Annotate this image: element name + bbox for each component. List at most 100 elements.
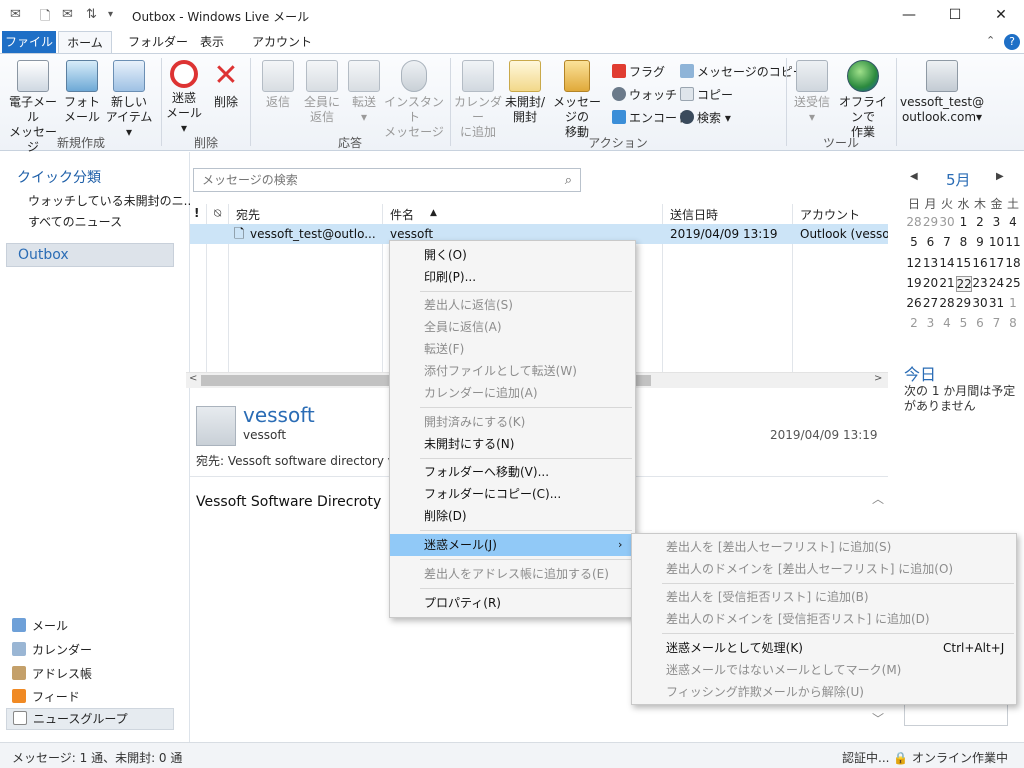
scroll-left-icon[interactable]: < bbox=[189, 373, 197, 384]
find-button[interactable]: 検索 ▾ bbox=[680, 110, 731, 126]
calendar-day[interactable]: 19 bbox=[906, 276, 922, 290]
tab-account[interactable]: アカウント bbox=[242, 31, 322, 53]
copy-button[interactable]: コピー bbox=[680, 87, 733, 103]
tab-file[interactable]: ファイル bbox=[2, 31, 56, 53]
calendar-day[interactable]: 26 bbox=[906, 296, 922, 310]
col-account[interactable]: アカウント bbox=[800, 206, 860, 223]
calendar-day[interactable]: 20 bbox=[923, 276, 939, 290]
nav-mail[interactable]: メール bbox=[12, 617, 68, 634]
instant-message-button[interactable]: インスタント メッセージ bbox=[384, 60, 444, 140]
nav-feeds[interactable]: フィード bbox=[12, 688, 80, 705]
quick-item-watched-unread[interactable]: ウォッチしている未開封のニ... bbox=[28, 192, 195, 209]
folder-outbox[interactable]: Outbox bbox=[6, 243, 174, 267]
account-button[interactable]: vessoft_test@ outlook.com▾ bbox=[900, 60, 984, 125]
calendar-day[interactable]: 28 bbox=[906, 215, 922, 229]
menu-add-to-calendar[interactable]: カレンダーに追加(A) bbox=[390, 382, 635, 404]
calendar-day[interactable]: 1 bbox=[1005, 296, 1021, 310]
menu-properties[interactable]: プロパティ(R) bbox=[390, 592, 635, 614]
calendar-day[interactable]: 13 bbox=[923, 256, 939, 270]
encode-button[interactable]: エンコード bbox=[612, 110, 689, 126]
calendar-day[interactable]: 14 bbox=[939, 256, 955, 270]
calendar-day[interactable]: 25 bbox=[1005, 276, 1021, 290]
menu-reply-all[interactable]: 全員に返信(A) bbox=[390, 316, 635, 338]
new-message-quick-icon[interactable]: 🗋 bbox=[40, 7, 50, 29]
calendar-day[interactable]: 9 bbox=[972, 235, 988, 249]
calendar-day[interactable]: 6 bbox=[923, 235, 939, 249]
tab-home[interactable]: ホーム bbox=[58, 31, 112, 53]
nav-contacts[interactable]: アドレス帳 bbox=[12, 665, 92, 682]
help-icon[interactable]: ? bbox=[1004, 34, 1020, 50]
col-to[interactable]: 宛先 bbox=[236, 206, 260, 223]
photo-mail-button[interactable]: フォト メール bbox=[62, 60, 102, 125]
calendar-day[interactable]: 30 bbox=[939, 215, 955, 229]
menu-reply-sender[interactable]: 差出人に返信(S) bbox=[390, 294, 635, 316]
quick-access-dropdown-icon[interactable]: ▾ bbox=[108, 9, 113, 20]
calendar-day[interactable]: 30 bbox=[972, 296, 988, 310]
collapse-ribbon-icon[interactable]: ⌃ bbox=[986, 34, 995, 47]
calendar-day[interactable]: 1 bbox=[956, 215, 972, 229]
calendar-day[interactable]: 18 bbox=[1005, 256, 1021, 270]
calendar-day[interactable]: 28 bbox=[939, 296, 955, 310]
calendar-day[interactable]: 31 bbox=[989, 296, 1005, 310]
menu-forward[interactable]: 転送(F) bbox=[390, 338, 635, 360]
add-to-calendar-button[interactable]: カレンダー に追加 bbox=[454, 60, 502, 140]
calendar-day[interactable]: 5 bbox=[906, 235, 922, 249]
submenu-block-domain[interactable]: 差出人のドメインを [受信拒否リスト] に追加(D) bbox=[632, 608, 1016, 630]
calendar-day[interactable]: 22 bbox=[955, 275, 972, 292]
submenu-mark-as-junk[interactable]: 迷惑メールとして処理(K) Ctrl+Alt+J bbox=[632, 637, 1016, 659]
calendar-day[interactable]: 16 bbox=[972, 256, 988, 270]
send-receive-button[interactable]: 送受信 ▾ bbox=[790, 60, 834, 125]
menu-forward-as-attachment[interactable]: 添付ファイルとして転送(W) bbox=[390, 360, 635, 382]
menu-print[interactable]: 印刷(P)... bbox=[390, 266, 635, 288]
search-input[interactable] bbox=[200, 172, 540, 188]
menu-mark-read[interactable]: 開封済みにする(K) bbox=[390, 411, 635, 433]
send-receive-quick-icon[interactable]: ⇅ bbox=[86, 7, 97, 22]
quick-views-title[interactable]: クイック分類 bbox=[17, 167, 101, 187]
delete-button[interactable]: ✕ 削除 bbox=[206, 60, 246, 110]
submenu-unmark-phishing[interactable]: フィッシング詐欺メールから解除(U) bbox=[632, 681, 1016, 703]
submenu-block-sender[interactable]: 差出人を [受信拒否リスト] に追加(B) bbox=[632, 586, 1016, 608]
calendar-day[interactable]: 12 bbox=[906, 256, 922, 270]
new-item-button[interactable]: 新しい アイテム▾ bbox=[104, 60, 154, 140]
menu-copy-to-folder[interactable]: フォルダーにコピー(C)... bbox=[390, 483, 635, 505]
move-message-button[interactable]: メッセージの 移動 bbox=[548, 60, 606, 140]
calendar-day[interactable]: 8 bbox=[956, 235, 972, 249]
scroll-right-icon[interactable]: > bbox=[874, 373, 882, 384]
reply-quick-icon[interactable]: ✉ bbox=[62, 7, 73, 22]
close-button[interactable]: ✕ bbox=[978, 4, 1024, 26]
prev-month-icon[interactable]: ◀ bbox=[910, 171, 918, 182]
calendar-day[interactable]: 7 bbox=[989, 316, 1005, 330]
calendar-day[interactable]: 17 bbox=[989, 256, 1005, 270]
menu-junk-email[interactable]: 迷惑メール(J) › bbox=[390, 534, 635, 556]
submenu-mark-not-junk[interactable]: 迷惑メールではないメールとしてマーク(M) bbox=[632, 659, 1016, 681]
menu-open[interactable]: 開く(O) bbox=[390, 244, 635, 266]
calendar-day[interactable]: 8 bbox=[1005, 316, 1021, 330]
nav-newsgroups[interactable]: ニュースグループ bbox=[6, 708, 174, 730]
calendar-day[interactable]: 21 bbox=[939, 276, 955, 290]
calendar-day[interactable]: 7 bbox=[939, 235, 955, 249]
search-icon[interactable]: ⌕ bbox=[565, 173, 572, 188]
col-priority[interactable]: ! bbox=[194, 206, 199, 220]
nav-calendar[interactable]: カレンダー bbox=[12, 641, 92, 658]
calendar-day[interactable]: 29 bbox=[923, 215, 939, 229]
menu-mark-unread[interactable]: 未開封にする(N) bbox=[390, 433, 635, 455]
work-offline-button[interactable]: オフラインで 作業 bbox=[834, 60, 892, 140]
calendar-day[interactable]: 24 bbox=[989, 276, 1005, 290]
calendar-day[interactable]: 27 bbox=[923, 296, 939, 310]
submenu-safe-domain[interactable]: 差出人のドメインを [差出人セーフリスト] に追加(O) bbox=[632, 558, 1016, 580]
unread-read-button[interactable]: 未開封/開封 bbox=[502, 60, 548, 125]
calendar-quick-add-input[interactable] bbox=[904, 702, 1008, 726]
submenu-safe-sender[interactable]: 差出人を [差出人セーフリスト] に追加(S) bbox=[632, 536, 1016, 558]
calendar-day[interactable]: 4 bbox=[1005, 215, 1021, 229]
calendar-day[interactable]: 4 bbox=[939, 316, 955, 330]
minimize-button[interactable]: — bbox=[886, 4, 932, 26]
calendar-day[interactable]: 10 bbox=[989, 235, 1005, 249]
col-subject[interactable]: 件名 bbox=[390, 206, 414, 223]
reply-all-button[interactable]: 全員に 返信 bbox=[300, 60, 344, 125]
calendar-day[interactable]: 2 bbox=[906, 316, 922, 330]
maximize-button[interactable]: ☐ bbox=[932, 4, 978, 26]
menu-move-to-folder[interactable]: フォルダーへ移動(V)... bbox=[390, 461, 635, 483]
calendar-day[interactable]: 3 bbox=[989, 215, 1005, 229]
calendar-day[interactable]: 23 bbox=[972, 276, 988, 290]
menu-add-sender-to-contacts[interactable]: 差出人をアドレス帳に追加する(E) bbox=[390, 563, 635, 585]
